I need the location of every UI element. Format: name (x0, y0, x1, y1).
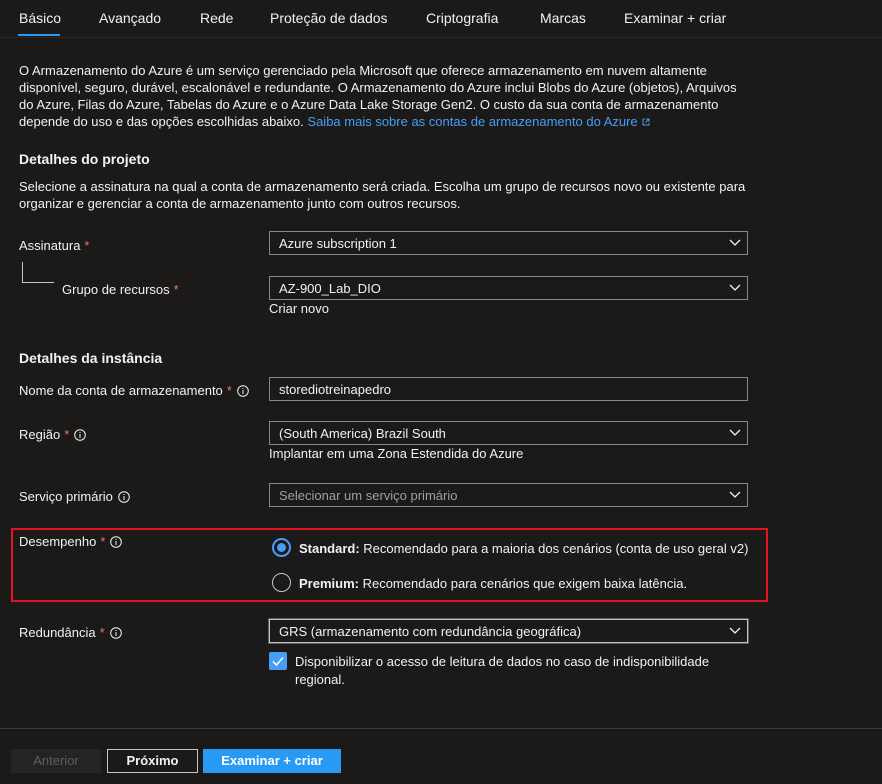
premium-option-name: Premium: (299, 576, 359, 591)
primary-service-label-text: Serviço primário (19, 489, 113, 504)
tree-connector (22, 282, 54, 283)
required-marker: * (173, 282, 179, 297)
primary-service-dropdown[interactable]: Selecionar um serviço primário (269, 483, 748, 507)
performance-label-text: Desempenho (19, 534, 97, 549)
read-access-checkbox[interactable] (269, 652, 287, 670)
tab-encryption[interactable]: Criptografia (426, 10, 498, 26)
tree-connector (22, 262, 23, 282)
edge-zone-link[interactable]: Implantar em uma Zona Estendida do Azure (269, 446, 523, 461)
required-marker: * (64, 427, 70, 442)
required-marker: * (226, 383, 232, 398)
primary-service-label: Serviço primário (19, 489, 130, 504)
chevron-down-icon (729, 627, 741, 634)
premium-option-description: Recomendado para cenários que exigem bai… (358, 576, 688, 591)
region-label: Região * (19, 427, 87, 442)
performance-label: Desempenho * (19, 534, 123, 549)
chevron-down-icon (729, 239, 741, 246)
info-icon[interactable] (109, 626, 122, 639)
project-details-title: Detalhes do projeto (19, 151, 150, 167)
info-icon[interactable] (74, 428, 87, 441)
footer-divider (0, 728, 882, 729)
read-access-label[interactable]: Disponibilizar o acesso de leitura de da… (295, 653, 735, 689)
previous-button[interactable]: Anterior (11, 749, 101, 773)
account-name-input[interactable] (269, 377, 748, 401)
subscription-dropdown[interactable]: Azure subscription 1 (269, 231, 748, 255)
required-marker: * (99, 625, 105, 640)
checkmark-icon (272, 657, 284, 667)
learn-more-link[interactable]: Saiba mais sobre as contas de armazename… (307, 114, 650, 129)
resource-group-label: Grupo de recursos * (62, 282, 179, 297)
learn-more-link-label: Saiba mais sobre as contas de armazename… (307, 114, 638, 129)
project-description: Selecione a assinatura na qual a conta d… (19, 179, 746, 211)
tab-review-create[interactable]: Examinar + criar (624, 10, 726, 26)
info-icon[interactable] (237, 384, 249, 397)
performance-standard-radio[interactable] (272, 538, 291, 557)
create-new-link[interactable]: Criar novo (269, 301, 329, 316)
info-icon[interactable] (118, 490, 130, 503)
chevron-down-icon (729, 429, 741, 436)
primary-service-placeholder: Selecionar um serviço primário (279, 488, 458, 503)
standard-option-name: Standard: (299, 541, 360, 556)
subscription-value: Azure subscription 1 (279, 236, 397, 251)
review-create-button[interactable]: Examinar + criar (203, 749, 341, 773)
redundancy-label-text: Redundância (19, 625, 96, 640)
subscription-label-text: Assinatura (19, 238, 81, 253)
chevron-down-icon (729, 491, 741, 498)
tab-tags[interactable]: Marcas (540, 10, 586, 26)
intro-paragraph: O Armazenamento do Azure é um serviço ge… (19, 62, 754, 130)
next-button[interactable]: Próximo (107, 749, 198, 773)
info-icon[interactable] (110, 535, 123, 548)
required-marker: * (84, 238, 90, 253)
account-name-label-text: Nome da conta de armazenamento (19, 383, 223, 398)
tab-bar: Básico Avançado Rede Proteção de dados C… (0, 0, 882, 38)
resource-group-dropdown[interactable]: AZ-900_Lab_DIO (269, 276, 748, 300)
standard-option-description: Recomendado para a maioria dos cenários … (359, 541, 749, 556)
tabs-divider (0, 37, 882, 38)
tab-advanced[interactable]: Avançado (99, 10, 161, 26)
performance-premium-radio[interactable] (272, 573, 291, 592)
instance-details-title: Detalhes da instância (19, 350, 163, 366)
region-value: (South America) Brazil South (279, 426, 446, 441)
tab-networking[interactable]: Rede (200, 10, 233, 26)
active-tab-indicator (18, 34, 60, 36)
redundancy-dropdown[interactable]: GRS (armazenamento com redundância geogr… (268, 618, 749, 644)
resource-group-label-text: Grupo de recursos (62, 282, 170, 297)
required-marker: * (100, 534, 106, 549)
redundancy-label: Redundância * (19, 625, 122, 640)
performance-standard-label[interactable]: Standard: Recomendado para a maioria dos… (299, 541, 748, 556)
region-label-text: Região (19, 427, 61, 442)
account-name-label: Nome da conta de armazenamento * (19, 383, 249, 398)
region-dropdown[interactable]: (South America) Brazil South (269, 421, 748, 445)
tab-data-protection[interactable]: Proteção de dados (270, 10, 388, 26)
resource-group-value: AZ-900_Lab_DIO (279, 281, 381, 296)
performance-premium-label[interactable]: Premium: Recomendado para cenários que e… (299, 576, 687, 591)
tab-basics[interactable]: Básico (19, 10, 61, 26)
external-link-icon (642, 118, 650, 126)
subscription-label: Assinatura * (19, 238, 89, 253)
redundancy-value: GRS (armazenamento com redundância geogr… (279, 624, 582, 639)
chevron-down-icon (729, 284, 741, 291)
